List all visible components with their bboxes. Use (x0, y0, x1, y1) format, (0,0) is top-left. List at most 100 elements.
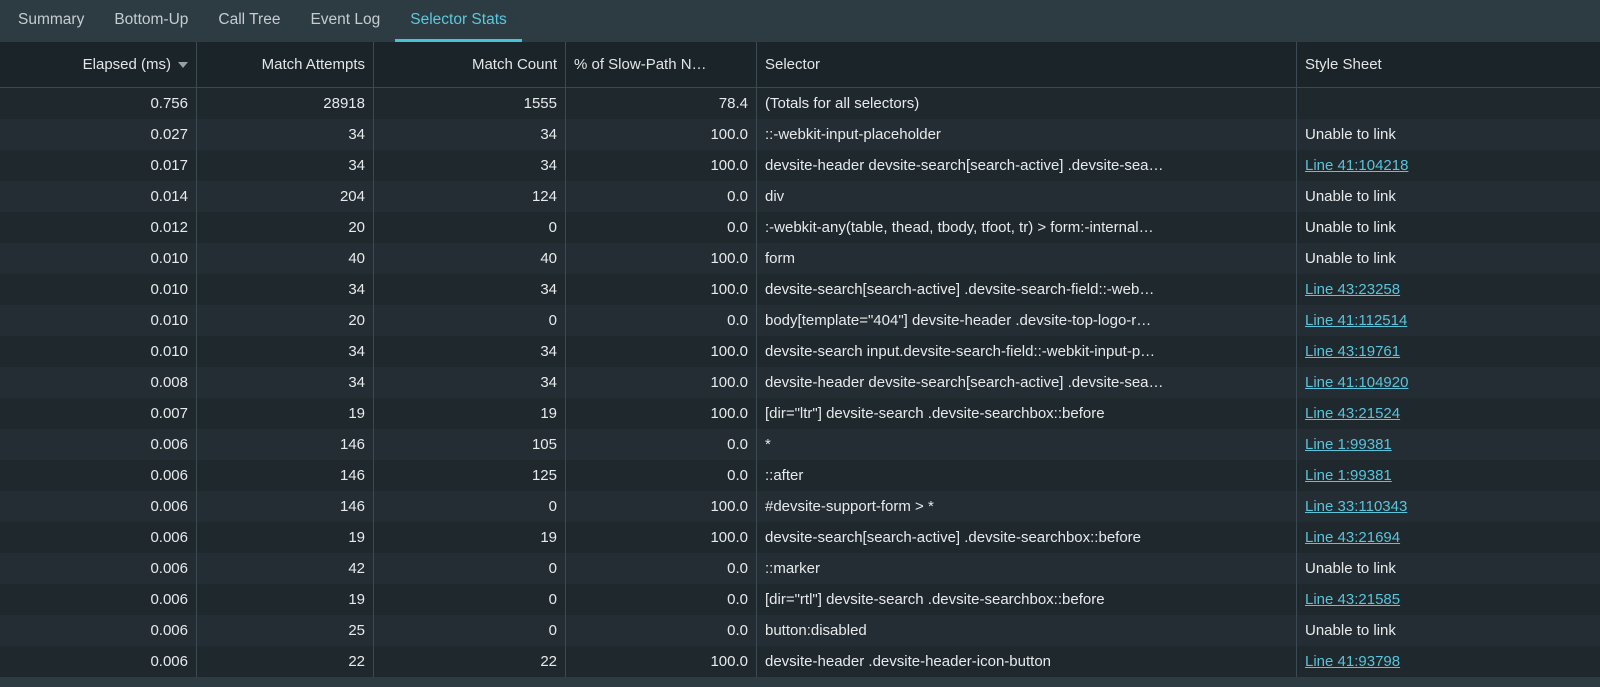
style-sheet-link[interactable]: Line 41:104920 (1305, 374, 1408, 391)
table-row[interactable]: 0.0062500.0button:disabledUnable to link (0, 615, 1600, 646)
selector-cell: (Totals for all selectors) (757, 88, 1297, 119)
table-row[interactable]: 0.0064200.0::markerUnable to link (0, 553, 1600, 584)
style-sheet-link[interactable]: Line 43:21585 (1305, 591, 1400, 608)
tab-event-log[interactable]: Event Log (295, 0, 395, 42)
column-header-slow[interactable]: % of Slow-Path N… (566, 42, 757, 87)
table-row[interactable]: 0.0062222100.0devsite-header .devsite-he… (0, 646, 1600, 677)
table-row[interactable]: 0.0071919100.0[dir="ltr"] devsite-search… (0, 398, 1600, 429)
table-row[interactable]: 0.0104040100.0formUnable to link (0, 243, 1600, 274)
slow-cell: 100.0 (566, 398, 757, 429)
attempts-cell: 25 (197, 615, 374, 646)
selector-stats-table-header: Elapsed (ms) Match Attempts Match Count % o… (0, 42, 1600, 88)
table-row[interactable]: 0.0142041240.0divUnable to link (0, 181, 1600, 212)
selector-cell: #devsite-support-form > * (757, 491, 1297, 522)
style-sheet-link[interactable]: Line 1:99381 (1305, 436, 1392, 453)
column-header-elapsed[interactable]: Elapsed (ms) (0, 42, 197, 87)
devtools-performance-panel: SummaryBottom-UpCall TreeEvent LogSelect… (0, 0, 1600, 687)
selector-cell: devsite-search input.devsite-search-fiel… (757, 336, 1297, 367)
elapsed-cell: 0.010 (0, 274, 197, 305)
attempts-cell: 34 (197, 367, 374, 398)
count-cell: 34 (374, 150, 566, 181)
sheet-cell (1297, 88, 1600, 119)
sheet-cell: Line 1:99381 (1297, 460, 1600, 491)
table-row[interactable]: 0.0061461250.0::afterLine 1:99381 (0, 460, 1600, 491)
slow-cell: 0.0 (566, 460, 757, 491)
count-cell: 0 (374, 491, 566, 522)
tab-call-tree[interactable]: Call Tree (203, 0, 295, 42)
elapsed-cell: 0.006 (0, 615, 197, 646)
sheet-cell: Line 41:104218 (1297, 150, 1600, 181)
column-header-label: Selector (765, 56, 820, 73)
style-sheet-link[interactable]: Line 41:104218 (1305, 157, 1408, 174)
table-row[interactable]: 0.75628918155578.4(Totals for all select… (0, 88, 1600, 119)
count-cell: 40 (374, 243, 566, 274)
table-row[interactable]: 0.0273434100.0::-webkit-input-placeholde… (0, 119, 1600, 150)
table-row[interactable]: 0.0173434100.0devsite-header devsite-sea… (0, 150, 1600, 181)
column-header-label: % of Slow-Path N… (574, 56, 707, 73)
table-row[interactable]: 0.0061919100.0devsite-search[search-acti… (0, 522, 1600, 553)
attempts-cell: 42 (197, 553, 374, 584)
table-row[interactable]: 0.0061460100.0#devsite-support-form > *L… (0, 491, 1600, 522)
sheet-cell: Line 43:21694 (1297, 522, 1600, 553)
slow-cell: 0.0 (566, 553, 757, 584)
sheet-cell: Unable to link (1297, 212, 1600, 243)
slow-cell: 0.0 (566, 615, 757, 646)
count-cell: 0 (374, 615, 566, 646)
table-row[interactable]: 0.0061461050.0*Line 1:99381 (0, 429, 1600, 460)
elapsed-cell: 0.014 (0, 181, 197, 212)
table-row[interactable]: 0.0103434100.0devsite-search input.devsi… (0, 336, 1600, 367)
style-sheet-link[interactable]: Line 43:23258 (1305, 281, 1400, 298)
attempts-cell: 22 (197, 646, 374, 677)
tab-bottom-up[interactable]: Bottom-Up (99, 0, 203, 42)
sheet-cell: Unable to link (1297, 119, 1600, 150)
style-sheet-link[interactable]: Line 41:93798 (1305, 653, 1400, 670)
slow-cell: 78.4 (566, 88, 757, 119)
slow-cell: 100.0 (566, 150, 757, 181)
selector-cell: body[template="404"] devsite-header .dev… (757, 305, 1297, 336)
table-row[interactable]: 0.0083434100.0devsite-header devsite-sea… (0, 367, 1600, 398)
table-row[interactable]: 0.0122000.0:-webkit-any(table, thead, tb… (0, 212, 1600, 243)
elapsed-cell: 0.006 (0, 460, 197, 491)
table-row[interactable]: 0.0061900.0[dir="rtl"] devsite-search .d… (0, 584, 1600, 615)
table-row[interactable]: 0.0102000.0body[template="404"] devsite-… (0, 305, 1600, 336)
table-row[interactable]: 0.0103434100.0devsite-search[search-acti… (0, 274, 1600, 305)
tab-selector-stats[interactable]: Selector Stats (395, 0, 522, 42)
slow-cell: 0.0 (566, 305, 757, 336)
style-sheet-link[interactable]: Line 43:21694 (1305, 529, 1400, 546)
elapsed-cell: 0.007 (0, 398, 197, 429)
column-header-label: Match Attempts (262, 56, 365, 73)
attempts-cell: 204 (197, 181, 374, 212)
style-sheet-link[interactable]: Line 33:110343 (1305, 498, 1407, 515)
column-header-attempts[interactable]: Match Attempts (197, 42, 374, 87)
count-cell: 0 (374, 584, 566, 615)
slow-cell: 100.0 (566, 522, 757, 553)
attempts-cell: 146 (197, 460, 374, 491)
selector-cell: devsite-search[search-active] .devsite-s… (757, 274, 1297, 305)
slow-cell: 100.0 (566, 367, 757, 398)
sheet-cell: Unable to link (1297, 243, 1600, 274)
style-sheet-link[interactable]: Line 41:112514 (1305, 312, 1407, 329)
elapsed-cell: 0.006 (0, 553, 197, 584)
style-sheet-link[interactable]: Line 43:19761 (1305, 343, 1400, 360)
selector-cell: ::marker (757, 553, 1297, 584)
selector-cell: :-webkit-any(table, thead, tbody, tfoot,… (757, 212, 1297, 243)
column-header-selector[interactable]: Selector (757, 42, 1297, 87)
elapsed-cell: 0.012 (0, 212, 197, 243)
sheet-cell: Line 41:112514 (1297, 305, 1600, 336)
elapsed-cell: 0.006 (0, 584, 197, 615)
sheet-cell: Unable to link (1297, 181, 1600, 212)
count-cell: 34 (374, 119, 566, 150)
slow-cell: 0.0 (566, 212, 757, 243)
count-cell: 22 (374, 646, 566, 677)
sheet-cell: Line 43:19761 (1297, 336, 1600, 367)
style-sheet-link[interactable]: Line 43:21524 (1305, 405, 1400, 422)
selector-cell: devsite-header devsite-search[search-act… (757, 367, 1297, 398)
selector-stats-table-body: 0.75628918155578.4(Totals for all select… (0, 88, 1600, 677)
column-header-count[interactable]: Match Count (374, 42, 566, 87)
selector-cell: devsite-header devsite-search[search-act… (757, 150, 1297, 181)
attempts-cell: 28918 (197, 88, 374, 119)
attempts-cell: 34 (197, 119, 374, 150)
style-sheet-link[interactable]: Line 1:99381 (1305, 467, 1392, 484)
column-header-sheet[interactable]: Style Sheet (1297, 42, 1600, 87)
tab-summary[interactable]: Summary (3, 0, 99, 42)
